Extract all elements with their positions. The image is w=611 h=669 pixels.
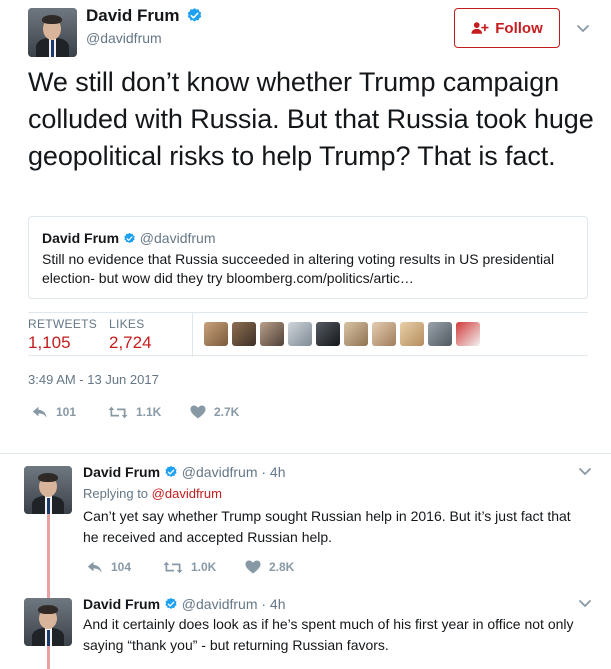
liker-avatar[interactable] <box>288 322 312 346</box>
liker-avatar[interactable] <box>400 322 424 346</box>
retweet-icon <box>108 406 128 418</box>
reply-author-name[interactable]: David Frum <box>83 464 160 480</box>
reply-icon <box>87 561 102 573</box>
quoted-tweet-text: Still no evidence that Russia succeeded … <box>42 251 555 286</box>
chevron-down-icon[interactable] <box>578 467 592 477</box>
chevron-down-icon[interactable] <box>578 599 592 609</box>
liker-avatar[interactable] <box>232 322 256 346</box>
replying-to-label: Replying to <box>83 486 149 501</box>
liker-avatar[interactable] <box>456 322 480 346</box>
tweet-text: We still don’t know whether Trump campai… <box>28 67 594 171</box>
retweet-icon <box>163 561 183 573</box>
replying-to-handle[interactable]: @davidfrum <box>152 486 222 501</box>
heart-icon <box>190 405 206 419</box>
liker-avatars <box>204 322 480 346</box>
like-button[interactable]: 2.8K <box>245 560 294 574</box>
add-user-icon <box>471 22 489 34</box>
tweet-stats: RETWEETS 1,105 LIKES 2,724 <box>28 312 588 357</box>
liker-avatar[interactable] <box>316 322 340 346</box>
verified-badge-icon <box>124 232 135 243</box>
reply-button[interactable]: 101 <box>32 405 108 419</box>
retweet-button[interactable]: 1.1K <box>108 405 190 419</box>
reply-header: David Frum @davidfrum · 4h <box>83 596 286 612</box>
verified-badge-icon <box>165 466 177 478</box>
liker-avatar[interactable] <box>428 322 452 346</box>
reply-author-name[interactable]: David Frum <box>83 596 160 612</box>
likes-label: LIKES <box>109 317 145 331</box>
chevron-down-icon[interactable] <box>576 24 590 34</box>
reply-text: Can’t yet say whether Trump sought Russi… <box>83 508 571 545</box>
retweet-count: 1.1K <box>136 405 162 419</box>
thread-divider <box>0 453 611 454</box>
tweet-timestamp[interactable]: 3:49 AM - 13 Jun 2017 <box>28 372 159 387</box>
likes-count[interactable]: 2,724 <box>109 333 152 353</box>
quoted-author-name: David Frum <box>42 230 120 246</box>
replying-to: Replying to @davidfrum <box>83 486 222 501</box>
author-avatar[interactable] <box>28 8 77 57</box>
verified-badge-icon <box>188 7 202 22</box>
liker-avatar[interactable] <box>260 322 284 346</box>
thread-connector <box>47 646 50 669</box>
quoted-tweet[interactable]: David Frum @davidfrum Still no evidence … <box>28 216 588 299</box>
like-count: 2.7K <box>214 405 240 419</box>
thread-connector <box>47 514 50 598</box>
author-handle[interactable]: @davidfrum <box>86 30 162 46</box>
follow-button[interactable]: Follow <box>454 8 560 48</box>
retweet-count: 1.0K <box>191 560 217 574</box>
reply-avatar[interactable] <box>24 598 72 646</box>
stats-divider <box>192 313 193 357</box>
tweet-actions: 101 1.1K 2.7K <box>32 405 239 419</box>
reply-time[interactable]: · 4h <box>261 596 285 612</box>
reply-time[interactable]: · 4h <box>261 464 285 480</box>
like-button[interactable]: 2.7K <box>190 405 239 419</box>
reply-header: David Frum @davidfrum · 4h <box>83 464 286 480</box>
author-name-text[interactable]: David Frum <box>86 6 180 25</box>
author-name[interactable]: David Frum <box>86 6 203 26</box>
liker-avatar[interactable] <box>344 322 368 346</box>
retweets-label: RETWEETS <box>28 317 98 331</box>
reply-actions: 104 1.0K 2.8K <box>87 560 294 574</box>
reply-count: 104 <box>111 560 132 574</box>
retweets-count[interactable]: 1,105 <box>28 333 71 353</box>
reply-author-handle[interactable]: @davidfrum <box>182 464 258 480</box>
reply-button[interactable]: 104 <box>87 560 163 574</box>
liker-avatar[interactable] <box>204 322 228 346</box>
like-count: 2.8K <box>269 560 295 574</box>
quoted-author-handle: @davidfrum <box>139 230 216 246</box>
verified-badge-icon <box>165 598 177 610</box>
reply-avatar[interactable] <box>24 466 72 514</box>
heart-icon <box>245 560 261 574</box>
follow-button-label: Follow <box>495 19 543 37</box>
quoted-tweet-header: David Frum @davidfrum <box>42 230 215 246</box>
reply-author-handle[interactable]: @davidfrum <box>182 596 258 612</box>
reply-icon <box>32 406 47 418</box>
reply-text: And it certainly does look as if he’s sp… <box>83 616 574 653</box>
retweet-button[interactable]: 1.0K <box>163 560 245 574</box>
liker-avatar[interactable] <box>372 322 396 346</box>
reply-count: 101 <box>56 405 77 419</box>
